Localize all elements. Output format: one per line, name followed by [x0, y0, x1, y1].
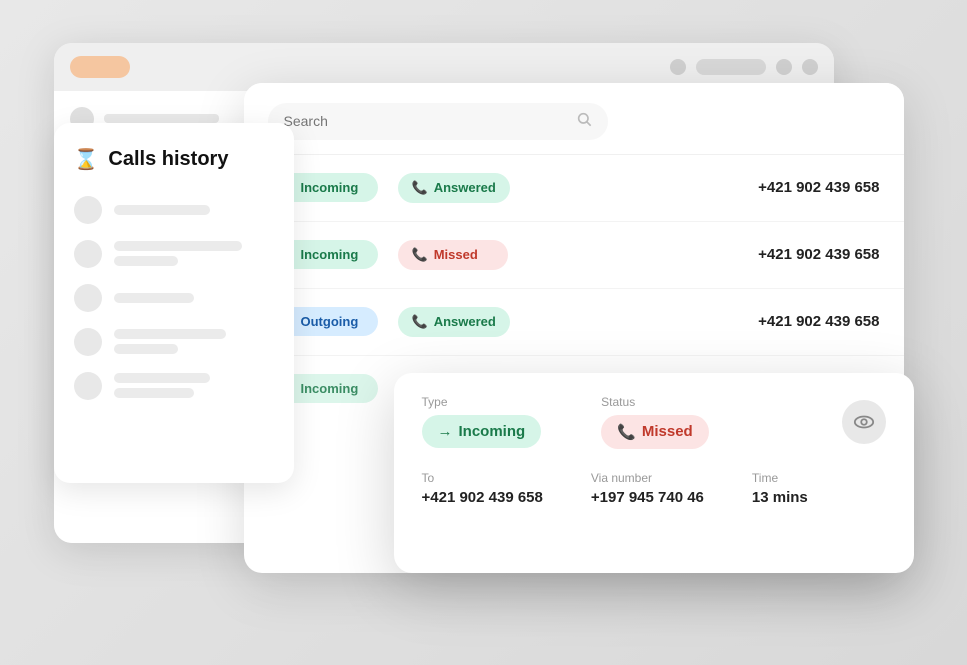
scene: ⌛ Calls history — [54, 43, 914, 623]
detail-via-label: Via number — [591, 471, 704, 485]
status-badge-missed-2: 📞 Missed — [398, 240, 508, 270]
nav-item-5 — [74, 372, 274, 400]
type-label-4: Incoming — [301, 381, 359, 396]
sidebar-title-panel: ⌛ Calls history — [54, 123, 294, 483]
detail-status-field: Status 📞 Missed — [601, 395, 709, 449]
phone-icon-2: 📞 — [412, 247, 428, 263]
detail-to-label: To — [422, 471, 543, 485]
detail-status-value: Missed — [642, 423, 693, 440]
detail-type-label: Type — [422, 395, 542, 409]
status-badge-answered-1: 📞 Answered — [398, 173, 510, 203]
phone-icon-3: 📞 — [412, 314, 428, 330]
detail-time-field: Time 13 mins — [752, 471, 808, 506]
search-input[interactable] — [284, 113, 568, 129]
eye-button[interactable] — [842, 400, 886, 444]
call-row-2[interactable]: → Incoming 📞 Missed +421 902 439 658 — [244, 222, 904, 289]
detail-to-field: To +421 902 439 658 — [422, 471, 543, 506]
detail-type-value: Incoming — [459, 423, 526, 440]
main-card-header — [244, 83, 904, 155]
detail-to-value: +421 902 439 658 — [422, 489, 543, 506]
detail-type-arrow: → — [438, 423, 453, 440]
sidebar-title-text: Calls history — [108, 148, 228, 171]
search-box[interactable] — [268, 103, 608, 140]
sidebar-nav-items — [74, 196, 274, 400]
phone-number-2: +421 902 439 658 — [758, 246, 879, 263]
sidebar-title: ⌛ Calls history — [74, 147, 274, 172]
status-badge-answered-3: 📞 Answered — [398, 307, 510, 337]
nav-item-3 — [74, 284, 274, 312]
phone-icon-1: 📞 — [412, 180, 428, 196]
detail-top: Type → Incoming Status 📞 Missed — [422, 395, 886, 449]
bg-pill-decoration — [70, 56, 130, 78]
call-row-3[interactable]: ← Outgoing 📞 Answered +421 902 439 658 — [244, 289, 904, 356]
bg-dot-3 — [802, 59, 818, 75]
phone-number-3: +421 902 439 658 — [758, 313, 879, 330]
detail-via-value: +197 945 740 46 — [591, 489, 704, 506]
nav-item-2 — [74, 240, 274, 268]
phone-number-1: +421 902 439 658 — [758, 179, 879, 196]
detail-type-field: Type → Incoming — [422, 395, 542, 449]
type-label-1: Incoming — [301, 180, 359, 195]
bg-dot-2 — [776, 59, 792, 75]
detail-phone-icon: 📞 — [617, 423, 636, 441]
detail-via-field: Via number +197 945 740 46 — [591, 471, 704, 506]
status-label-2: Missed — [434, 247, 478, 262]
bg-pill-sm — [696, 59, 766, 75]
history-icon: ⌛ — [74, 147, 99, 172]
detail-bottom: To +421 902 439 658 Via number +197 945 … — [422, 471, 886, 506]
bg-dot-1 — [670, 59, 686, 75]
call-row-1[interactable]: → Incoming 📞 Answered +421 902 439 658 — [244, 155, 904, 222]
detail-type-badge: → Incoming — [422, 415, 542, 448]
detail-status-badge: 📞 Missed — [601, 415, 709, 449]
type-label-2: Incoming — [301, 247, 359, 262]
detail-status-label: Status — [601, 395, 709, 409]
detail-time-label: Time — [752, 471, 808, 485]
detail-card: Type → Incoming Status 📞 Missed — [394, 373, 914, 573]
search-icon — [576, 111, 592, 132]
status-label-1: Answered — [434, 180, 496, 195]
detail-time-value: 13 mins — [752, 489, 808, 506]
status-label-3: Answered — [434, 314, 496, 329]
nav-item-4 — [74, 328, 274, 356]
nav-item-1 — [74, 196, 274, 224]
type-label-3: Outgoing — [301, 314, 359, 329]
